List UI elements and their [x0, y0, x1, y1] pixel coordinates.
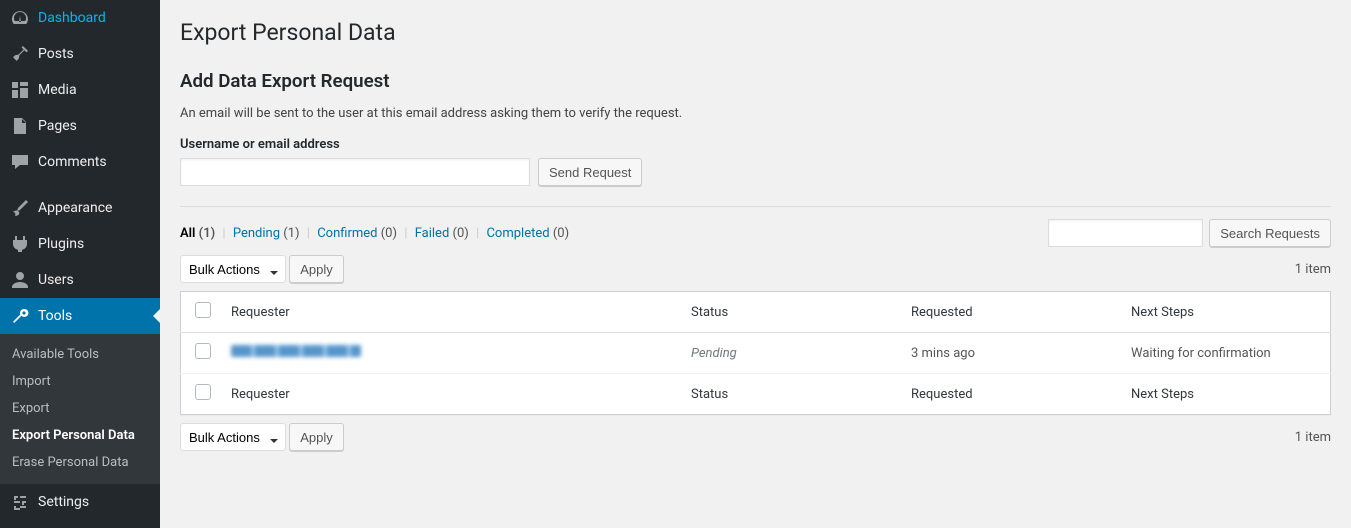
filter-pending[interactable]: Pending (1) [233, 226, 300, 241]
helper-text: An email will be sent to the user at thi… [180, 106, 1331, 121]
submenu-import[interactable]: Import [0, 368, 160, 395]
sidebar-item-dashboard[interactable]: Dashboard [0, 0, 160, 36]
row-checkbox[interactable] [195, 343, 211, 359]
col-requester-foot[interactable]: Requester [221, 374, 681, 415]
admin-sidebar: Dashboard Posts Media Pages Comments App… [0, 0, 160, 528]
select-all-top[interactable] [195, 302, 211, 318]
sidebar-item-plugins[interactable]: Plugins [0, 226, 160, 262]
filter-confirmed[interactable]: Confirmed (0) [317, 226, 397, 241]
sidebar-label: Comments [38, 154, 107, 170]
send-request-button[interactable]: Send Request [538, 158, 642, 186]
status-filters: All (1) | Pending (1) | Confirmed (0) | … [180, 226, 569, 241]
table-row: Pending 3 mins ago Waiting for confirmat… [181, 333, 1331, 374]
requested-time: 3 mins ago [901, 333, 1121, 374]
sidebar-label: Plugins [38, 236, 84, 252]
sidebar-label: Users [38, 272, 74, 288]
requester-email-redacted[interactable] [231, 345, 361, 357]
main-content: Export Personal Data Add Data Export Req… [160, 0, 1351, 528]
sidebar-item-media[interactable]: Media [0, 72, 160, 108]
col-requested[interactable]: Requested [901, 292, 1121, 333]
bulk-actions-select-top[interactable]: Bulk Actions [180, 255, 286, 283]
sidebar-item-posts[interactable]: Posts [0, 36, 160, 72]
col-requested-foot[interactable]: Requested [901, 374, 1121, 415]
submenu-export[interactable]: Export [0, 395, 160, 422]
divider [180, 206, 1331, 207]
sidebar-label: Pages [38, 118, 77, 134]
apply-button-bottom[interactable]: Apply [289, 423, 344, 451]
section-heading: Add Data Export Request [180, 70, 1331, 92]
email-input[interactable] [180, 158, 530, 186]
requests-table: Requester Status Requested Next Steps Pe… [180, 291, 1331, 415]
search-input[interactable] [1048, 219, 1203, 247]
sidebar-item-comments[interactable]: Comments [0, 144, 160, 180]
filter-all[interactable]: All (1) [180, 226, 215, 241]
sidebar-label: Tools [38, 308, 72, 324]
col-status-foot: Status [681, 374, 901, 415]
status-badge: Pending [691, 346, 737, 361]
dashboard-icon [10, 8, 30, 28]
sidebar-label: Media [38, 82, 77, 98]
user-icon [10, 270, 30, 290]
apply-button-top[interactable]: Apply [289, 255, 344, 283]
bulk-actions-select-bottom[interactable]: Bulk Actions [180, 423, 286, 451]
sidebar-item-tools[interactable]: Tools [0, 298, 160, 334]
search-button[interactable]: Search Requests [1209, 219, 1331, 247]
col-requester[interactable]: Requester [221, 292, 681, 333]
submenu-export-personal-data[interactable]: Export Personal Data [0, 422, 160, 449]
page-title: Export Personal Data [180, 10, 1331, 50]
pin-icon [10, 44, 30, 64]
sidebar-item-appearance[interactable]: Appearance [0, 190, 160, 226]
next-steps: Waiting for confirmation [1121, 333, 1331, 374]
tools-icon [10, 306, 30, 326]
sidebar-label: Settings [38, 494, 89, 510]
sidebar-label: Dashboard [38, 10, 106, 26]
sidebar-item-users[interactable]: Users [0, 262, 160, 298]
submenu-erase-personal-data[interactable]: Erase Personal Data [0, 449, 160, 476]
page-icon [10, 116, 30, 136]
tools-submenu: Available Tools Import Export Export Per… [0, 334, 160, 484]
filter-failed[interactable]: Failed (0) [415, 226, 469, 241]
col-status: Status [681, 292, 901, 333]
plugin-icon [10, 234, 30, 254]
item-count-top: 1 item [1295, 262, 1331, 277]
brush-icon [10, 198, 30, 218]
sidebar-item-pages[interactable]: Pages [0, 108, 160, 144]
sidebar-item-settings[interactable]: Settings [0, 484, 160, 520]
settings-icon [10, 492, 30, 512]
media-icon [10, 80, 30, 100]
sidebar-label: Appearance [38, 200, 112, 216]
col-next-steps: Next Steps [1121, 292, 1331, 333]
sidebar-label: Posts [38, 46, 74, 62]
email-field-label: Username or email address [180, 137, 1331, 152]
select-all-bottom[interactable] [195, 384, 211, 400]
item-count-bottom: 1 item [1295, 430, 1331, 445]
submenu-available-tools[interactable]: Available Tools [0, 341, 160, 368]
comment-icon [10, 152, 30, 172]
col-next-foot: Next Steps [1121, 374, 1331, 415]
filter-completed[interactable]: Completed (0) [486, 226, 569, 241]
